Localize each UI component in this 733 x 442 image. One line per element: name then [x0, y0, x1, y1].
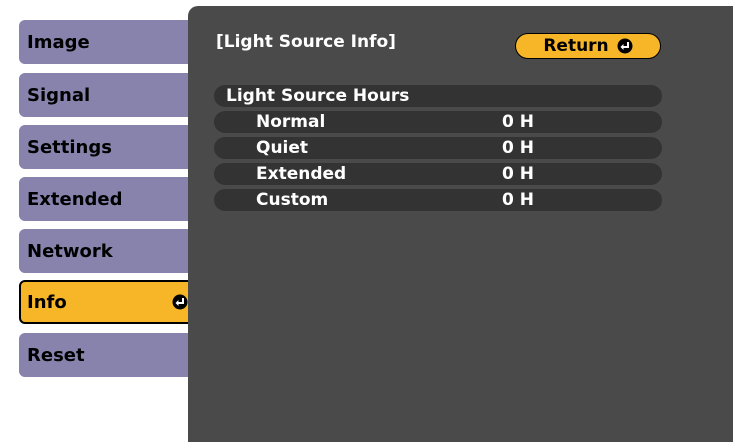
- row-label: Custom: [256, 190, 329, 210]
- enter-icon: [617, 38, 633, 54]
- menu-item-settings[interactable]: Settings: [19, 125, 198, 169]
- menu-item-label: Settings: [27, 136, 112, 158]
- menu-item-label: Signal: [27, 84, 91, 106]
- menu-item-label: Extended: [27, 188, 123, 210]
- info-row-normal: Normal 0 H: [214, 111, 662, 133]
- section-label: Light Source Hours: [226, 86, 410, 106]
- enter-icon: [172, 294, 188, 310]
- row-value: 0 H: [502, 138, 534, 158]
- row-label: Normal: [256, 112, 326, 132]
- light-source-hours-heading: Light Source Hours: [214, 85, 662, 107]
- panel-title: [Light Source Info]: [216, 32, 396, 52]
- row-value: 0 H: [502, 190, 534, 210]
- info-panel: [Light Source Info] Return Light Source …: [188, 6, 733, 442]
- return-label: Return: [543, 36, 609, 56]
- menu-item-network[interactable]: Network: [19, 229, 198, 273]
- row-label: Extended: [256, 164, 347, 184]
- menu-item-info[interactable]: Info: [19, 280, 198, 324]
- row-label: Quiet: [256, 138, 309, 158]
- info-row-custom: Custom 0 H: [214, 189, 662, 211]
- menu-item-reset[interactable]: Reset: [19, 333, 198, 377]
- row-value: 0 H: [502, 164, 534, 184]
- menu-item-label: Network: [27, 240, 113, 262]
- row-value: 0 H: [502, 112, 534, 132]
- menu-item-signal[interactable]: Signal: [19, 73, 198, 117]
- menu-item-extended[interactable]: Extended: [19, 177, 198, 221]
- menu-item-image[interactable]: Image: [19, 20, 198, 64]
- info-row-quiet: Quiet 0 H: [214, 137, 662, 159]
- return-button[interactable]: Return: [515, 33, 661, 59]
- info-row-extended: Extended 0 H: [214, 163, 662, 185]
- menu-item-label: Reset: [27, 344, 85, 366]
- main-menu: Image Signal Settings Extended Network I…: [0, 0, 200, 442]
- menu-item-label: Info: [27, 291, 67, 313]
- menu-item-label: Image: [27, 31, 90, 53]
